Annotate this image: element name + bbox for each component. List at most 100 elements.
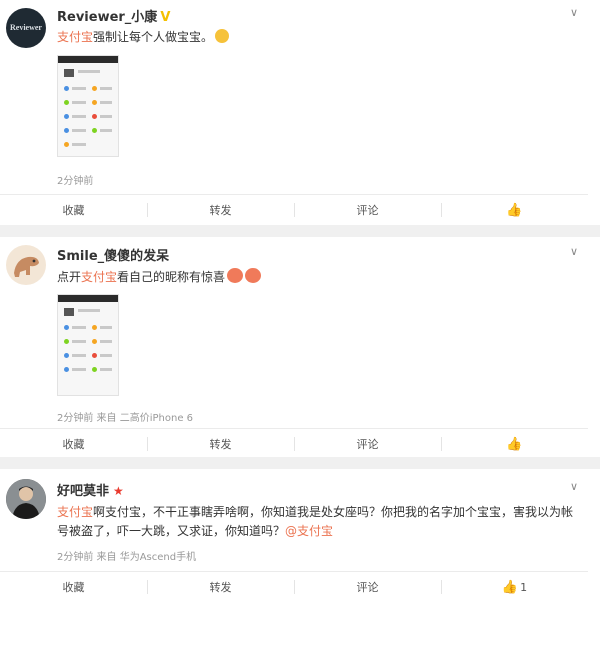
thumbnail-line [72,143,86,146]
thumbnail-statusbar [58,56,118,63]
username[interactable]: Reviewer_小康 V [57,6,170,25]
thumbnail-dot [64,128,69,133]
verified-v-icon: V [160,10,171,25]
screenshot-thumbnail[interactable] [57,294,119,396]
avatar[interactable] [6,245,46,285]
post-meta: 2分钟前 [57,176,94,187]
username[interactable]: 好吧莫非 ★ [57,480,124,499]
thumbnail-dot [92,128,97,133]
red-face-emoji-icon [245,268,262,283]
comment-button[interactable]: 评论 [294,572,441,602]
thumbs-up-icon: 👍 [506,202,523,218]
thumbnail-dot [92,100,97,105]
thumbnail-line [100,129,112,132]
username-text: Reviewer_小康 [57,10,158,25]
username[interactable]: Smile_傻傻的发呆 [57,245,169,264]
thumbnail-dot [64,114,69,119]
thumbnail-line [72,340,86,343]
thumbs-up-icon: 👍 [506,436,523,452]
post-meta: 2分钟前 来自 华为Ascend手机 [57,552,197,563]
post-separator [0,225,600,237]
chevron-down-icon[interactable]: ∨ [570,6,578,19]
thumbnail-line [72,368,86,371]
person-avatar-icon [6,479,46,519]
content-text: 号被盗了，吓一大跳，又求证，你知道吗？ [57,524,286,538]
comment-button[interactable]: 评论 [294,195,441,225]
topic-link[interactable]: 支付宝 [57,30,93,44]
thumbnail-line [72,101,86,104]
repost-button[interactable]: 转发 [147,572,294,602]
thumbnail-line [100,115,112,118]
star-badge-icon: ★ [113,484,124,498]
avatar[interactable] [6,479,46,519]
post-content: 支付宝强制让每个人做宝宝。 [57,28,230,46]
like-button[interactable]: 👍 1 [441,572,588,602]
mention-link[interactable]: @支付宝 [285,524,333,538]
laughing-emoji-icon [215,29,230,43]
topic-link[interactable]: 支付宝 [57,505,93,519]
thumbnail-dot [64,86,69,91]
thumbnail-line [100,340,112,343]
thumbnail-line [100,368,112,371]
thumbnail-dot [92,86,97,91]
thumbnail-dot [64,339,69,344]
repost-button[interactable]: 转发 [147,195,294,225]
thumbnail-line [78,70,100,73]
thumbnail-dot [64,325,69,330]
red-face-emoji-icon [227,268,244,283]
thumbnail-dot [92,339,97,344]
repost-button[interactable]: 转发 [147,429,294,459]
thumbnail-dot [64,100,69,105]
thumbnail-line [72,129,86,132]
chevron-down-icon[interactable]: ∨ [570,245,578,258]
thumbnail-dot [92,367,97,372]
content-text: 点开 [57,270,82,284]
post-content: 支付宝啊支付宝，不干正事瞎弄啥啊，你知道我是处女座吗？你把我的名字加个宝宝，害我… [57,503,573,521]
post-2: Smile_傻傻的发呆 ∨ 点开支付宝看自己的昵称有惊喜 2分钟前 来自 二高价… [0,237,600,457]
thumbnail-line [72,326,86,329]
like-count: 1 [520,580,528,594]
dinosaur-avatar-icon [14,256,39,277]
thumbnail-line [100,354,112,357]
like-button[interactable]: 👍 [441,195,588,225]
thumbs-up-icon: 👍 [501,579,519,595]
post-meta: 2分钟前 来自 二高价iPhone 6 [57,413,194,424]
comment-button[interactable]: 评论 [294,429,441,459]
favorite-button[interactable]: 收藏 [0,572,147,602]
thumbnail-line [72,87,86,90]
favorite-button[interactable]: 收藏 [0,195,147,225]
thumbnail-line [100,326,112,329]
content-text: 看自己的昵称有惊喜 [117,270,226,284]
thumbnail-avatar [64,308,74,316]
content-text: 啊支付宝，不干正事瞎弄啥啊，你知道我是处女座吗？你把我的名字加个宝宝，害我以为帐 [93,505,574,519]
avatar-logo-text: Reviewer [10,23,42,32]
thumbnail-dot [64,142,69,147]
thumbnail-line [72,354,86,357]
post-3: 好吧莫非 ★ ∨ 支付宝啊支付宝，不干正事瞎弄啥啊，你知道我是处女座吗？你把我的名… [0,469,600,645]
thumbnail-dot [64,367,69,372]
topic-link[interactable]: 支付宝 [81,270,117,284]
chevron-down-icon[interactable]: ∨ [570,480,578,493]
content-text: 强制让每个人做宝宝。 [93,30,214,44]
thumbnail-dot [92,325,97,330]
avatar[interactable]: Reviewer [6,8,46,48]
thumbnail-line [100,87,112,90]
action-bar: 收藏 转发 评论 👍 1 [0,571,588,602]
thumbnail-line [72,115,86,118]
post-content: 点开支付宝看自己的昵称有惊喜 [57,268,262,286]
thumbnail-line [100,101,112,104]
like-button[interactable]: 👍 [441,429,588,459]
screenshot-thumbnail[interactable] [57,55,119,157]
thumbnail-dot [92,353,97,358]
thumbnail-dot [64,353,69,358]
action-bar: 收藏 转发 评论 👍 [0,194,588,225]
thumbnail-dot [92,114,97,119]
thumbnail-avatar [64,69,74,77]
favorite-button[interactable]: 收藏 [0,429,147,459]
post-1: Reviewer Reviewer_小康 V ∨ 支付宝强制让每个人做宝宝。 2分… [0,0,600,225]
username-text: 好吧莫非 [57,484,110,499]
thumbnail-statusbar [58,295,118,302]
post-content-line2: 号被盗了，吓一大跳，又求证，你知道吗？@支付宝 [57,522,333,540]
thumbnail-line [78,309,100,312]
action-bar: 收藏 转发 评论 👍 [0,428,588,459]
